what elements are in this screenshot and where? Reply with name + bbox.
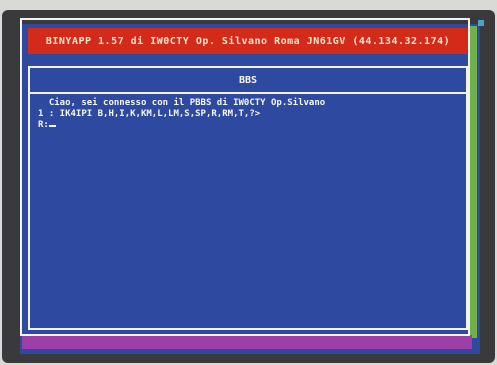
app-title-bar: BINYAPP 1.57 di IW0CTY Op. Silvano Roma …: [28, 28, 468, 54]
bbs-panel-title: BBS: [30, 68, 466, 94]
terminal-line-prompt: 1 : IK4IPI B,H,I,K,KM,L,LM,S,SP,R,RM,T,?…: [38, 109, 261, 119]
app-title: BINYAPP 1.57 di IW0CTY Op. Silvano Roma …: [45, 35, 451, 47]
screen-edge-stripe-right: [469, 26, 477, 338]
terminal-output[interactable]: Ciao, sei connesso con il PBBS di IW0CTY…: [38, 98, 458, 131]
terminal-line-greeting: Ciao, sei connesso con il PBBS di IW0CTY…: [38, 98, 326, 108]
screen-edge-stripe-bottom: [22, 335, 472, 349]
bbs-panel-title-text: BBS: [238, 74, 258, 86]
terminal-input-prefix: R:: [38, 120, 49, 130]
corner-indicator: [478, 20, 484, 26]
text-cursor: [48, 125, 56, 127]
terminal-input-line[interactable]: R:: [38, 120, 458, 131]
